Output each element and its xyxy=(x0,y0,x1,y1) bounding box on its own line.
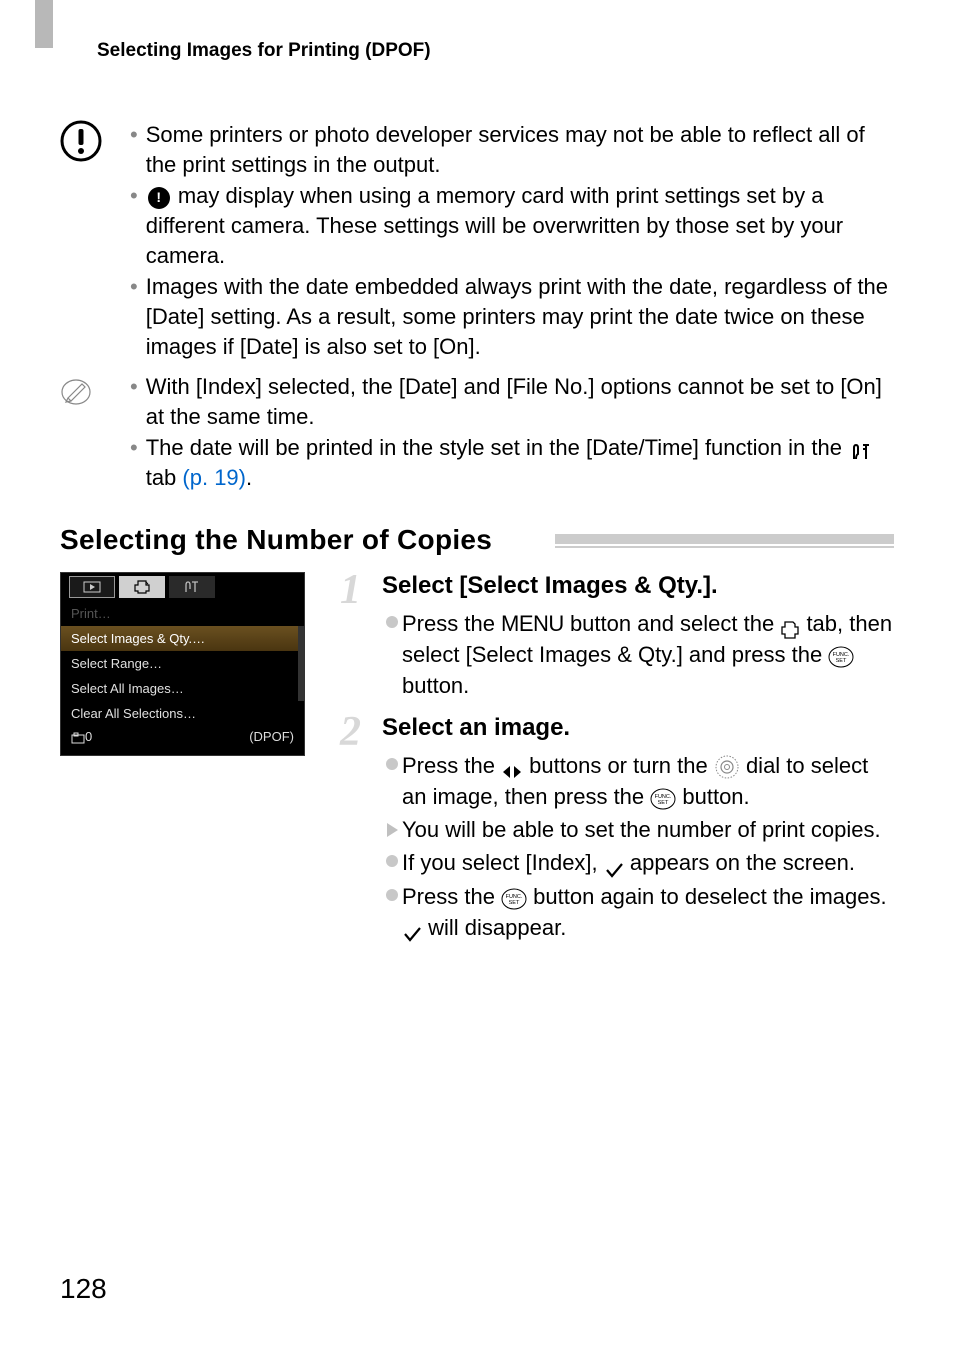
tools-tab-icon xyxy=(850,440,874,460)
bullet-icon xyxy=(382,750,402,812)
step-1-instruction: Press the MENU button and select the tab… xyxy=(382,608,894,702)
note-text: Images with the date embedded always pri… xyxy=(146,272,894,361)
caution-note-1: • Some printers or photo developer servi… xyxy=(130,120,894,179)
func-set-button-icon: FUNC.SET xyxy=(501,887,527,909)
bullet-icon: • xyxy=(130,272,138,361)
warning-circle-icon xyxy=(148,187,170,209)
page-number: 128 xyxy=(60,1273,107,1305)
svg-text:SET: SET xyxy=(509,900,520,906)
camera-menu-item: Clear All Selections… xyxy=(61,701,304,726)
svg-text:SET: SET xyxy=(658,800,669,806)
step-1: 1 Select [Select Images & Qty.]. Press t… xyxy=(340,572,894,702)
bullet-icon: • xyxy=(130,372,138,431)
pencil-note-icon xyxy=(60,376,92,408)
func-set-button-icon: FUNC.SET xyxy=(828,645,854,667)
step-number-1: 1 xyxy=(340,566,361,614)
camera-tab-setup xyxy=(169,576,215,598)
print-tab-icon xyxy=(780,616,800,634)
left-right-buttons-icon xyxy=(501,758,523,776)
step-2-instruction-1: Press the buttons or turn the dial to se… xyxy=(382,750,894,812)
menu-button-label: MENU xyxy=(501,611,564,636)
info-note-1: • With [Index] selected, the [Date] and … xyxy=(130,372,894,431)
bullet-icon xyxy=(382,608,402,702)
bullet-icon xyxy=(382,881,402,943)
camera-dpof-label: (DPOF) xyxy=(249,729,294,744)
camera-menu-item-selected: Select Images & Qty.… xyxy=(61,626,304,651)
note-text: The date will be printed in the style se… xyxy=(146,433,894,492)
page-header-title: Selecting Images for Printing (DPOF) xyxy=(97,40,431,62)
bullet-icon: • xyxy=(130,181,138,270)
step-text: You will be able to set the number of pr… xyxy=(402,814,894,845)
camera-tab-playback xyxy=(69,576,115,598)
page-tab-decoration xyxy=(35,0,53,48)
control-dial-icon xyxy=(714,754,740,780)
step-2: 2 Select an image. Press the buttons or … xyxy=(340,714,894,943)
bullet-icon xyxy=(382,847,402,878)
camera-menu-item: Select Range… xyxy=(61,651,304,676)
heading-divider xyxy=(555,534,894,548)
page-reference-link[interactable]: (p. 19) xyxy=(182,465,246,490)
note-text: Some printers or photo developer service… xyxy=(146,120,894,179)
note-text: may display when using a memory card wit… xyxy=(146,181,894,270)
info-note-block: • With [Index] selected, the [Date] and … xyxy=(60,372,894,495)
info-note-2: • The date will be printed in the style … xyxy=(130,433,894,492)
camera-tab-bar xyxy=(61,573,304,601)
checkmark-icon xyxy=(604,856,624,874)
camera-menu-screenshot: Print… Select Images & Qty.… Select Rang… xyxy=(60,572,305,756)
func-set-button-icon: FUNC.SET xyxy=(650,787,676,809)
caution-icon xyxy=(60,120,102,162)
camera-tab-print xyxy=(119,576,165,598)
checkmark-icon xyxy=(402,920,422,938)
bullet-icon: • xyxy=(130,433,138,492)
caution-note-2: • may display when using a memory card w… xyxy=(130,181,894,270)
bullet-icon xyxy=(382,814,402,845)
step-2-instruction-4: Press the FUNC.SET button again to desel… xyxy=(382,881,894,943)
step-2-instruction-3: If you select [Index], appears on the sc… xyxy=(382,847,894,878)
svg-text:SET: SET xyxy=(836,658,847,664)
step-number-2: 2 xyxy=(340,708,361,756)
section-heading: Selecting the Number of Copies xyxy=(60,524,492,556)
bullet-icon: • xyxy=(130,120,138,179)
caution-note-block: • Some printers or photo developer servi… xyxy=(60,120,894,364)
camera-menu-item: Select All Images… xyxy=(61,676,304,701)
camera-menu-item-print: Print… xyxy=(61,601,304,626)
note-text: With [Index] selected, the [Date] and [F… xyxy=(146,372,894,431)
caution-note-3: • Images with the date embedded always p… xyxy=(130,272,894,361)
step-2-instruction-2: You will be able to set the number of pr… xyxy=(382,814,894,845)
camera-menu-footer: 0 (DPOF) xyxy=(61,726,304,747)
step-1-title: Select [Select Images & Qty.]. xyxy=(382,572,894,600)
step-2-title: Select an image. xyxy=(382,714,894,742)
instruction-steps: 1 Select [Select Images & Qty.]. Press t… xyxy=(340,572,894,955)
